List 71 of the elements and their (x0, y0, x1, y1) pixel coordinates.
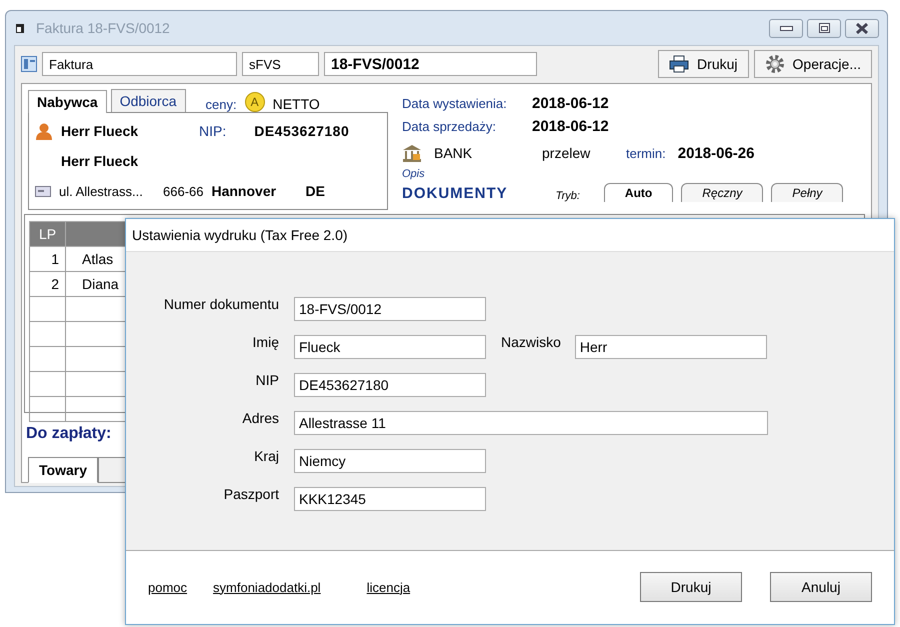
field-label: Numer dokumentu (162, 295, 279, 312)
buyer-name: Herr Flueck (61, 123, 140, 139)
field-label: Nazwisko (501, 333, 561, 350)
document-number-field[interactable]: 18-FVS/0012 (324, 52, 537, 76)
date-value: 2018-06-12 (532, 95, 609, 112)
minimize-icon (780, 26, 792, 30)
field-label: Adres (241, 409, 279, 426)
maximize-button[interactable] (807, 18, 841, 38)
section-tab[interactable]: Towary (28, 457, 98, 483)
printer-icon (669, 55, 690, 73)
city: Hannover (211, 183, 278, 199)
nip-label: NIP: (199, 123, 226, 139)
street: ul. Allestrass... (59, 184, 144, 198)
mode-label: Tryb: (556, 190, 580, 202)
dialog-title: Ustawienia wydruku (Tax Free 2.0) (131, 226, 349, 245)
field-label: Paszport (222, 485, 279, 502)
close-icon (856, 22, 868, 34)
field-label: Imię (252, 333, 279, 350)
prices-label: ceny: (206, 97, 237, 112)
country: DE (305, 183, 325, 199)
payment-method: BANK (434, 145, 474, 161)
cancel-button[interactable]: Anuluj (770, 572, 872, 602)
nip-value: DE453627180 (254, 123, 350, 139)
close-button[interactable] (845, 18, 879, 38)
input-field[interactable]: 18-FVS/0012 (294, 297, 486, 321)
date-label: Data wystawienia: (402, 96, 508, 111)
field-label: NIP (254, 371, 279, 388)
term-date: 2018-06-26 (678, 144, 754, 162)
documents-heading: DOKUMENTY (402, 185, 508, 202)
input-field[interactable]: Allestrasse 11 (294, 411, 768, 435)
date-label: Data sprzedaży: (402, 119, 497, 134)
document-type-field[interactable]: Faktura (42, 52, 237, 76)
window-menu-icon (16, 24, 24, 32)
link[interactable]: licencja (366, 580, 410, 594)
person-icon (35, 122, 53, 140)
party-tab[interactable]: Odbiorca (110, 89, 186, 112)
input-field[interactable]: KKK12345 (294, 487, 486, 511)
column-header: LP (30, 222, 66, 246)
link[interactable]: symfoniadodatki.pl (213, 580, 321, 594)
amount-due-label: Do zapłaty: (26, 425, 112, 443)
buyer-full-name: Herr Flueck (61, 153, 138, 169)
table-cell: 1 (30, 246, 66, 272)
series-field[interactable]: sFVS (242, 52, 319, 76)
description-label: Opis (402, 168, 426, 180)
table-cell: 2 (30, 272, 66, 296)
postcode: 666-66 (163, 184, 204, 198)
print-button[interactable]: Drukuj (658, 50, 749, 78)
input-field[interactable]: Herr (574, 335, 767, 359)
mode-tab[interactable]: Ręczny (681, 183, 764, 202)
gear-icon (764, 54, 785, 74)
price-mode: NETTO (272, 96, 320, 112)
mode-tab[interactable]: Pełny (771, 183, 844, 202)
input-field[interactable]: Niemcy (294, 449, 486, 473)
field-label: Kraj (253, 447, 279, 464)
party-tab[interactable]: Nabywca (28, 90, 107, 113)
link[interactable]: pomoc (148, 580, 188, 594)
term-label: termin: (626, 146, 666, 160)
input-field[interactable]: Flueck (294, 335, 486, 359)
minimize-button[interactable] (769, 18, 803, 38)
document-icon (21, 56, 37, 72)
window-title: Faktura 18-FVS/0012 (36, 20, 170, 36)
bank-icon (402, 144, 422, 162)
date-value: 2018-06-12 (532, 118, 609, 135)
mode-tab[interactable]: Auto (604, 183, 674, 202)
envelope-icon (35, 186, 51, 196)
maximize-icon (818, 23, 830, 33)
print-button[interactable]: Drukuj (640, 572, 742, 602)
operations-button[interactable]: Operacje... (754, 50, 872, 78)
input-field[interactable]: DE453627180 (294, 373, 486, 397)
price-mode-badge: A (244, 92, 265, 112)
payment-type: przelew (542, 145, 592, 161)
